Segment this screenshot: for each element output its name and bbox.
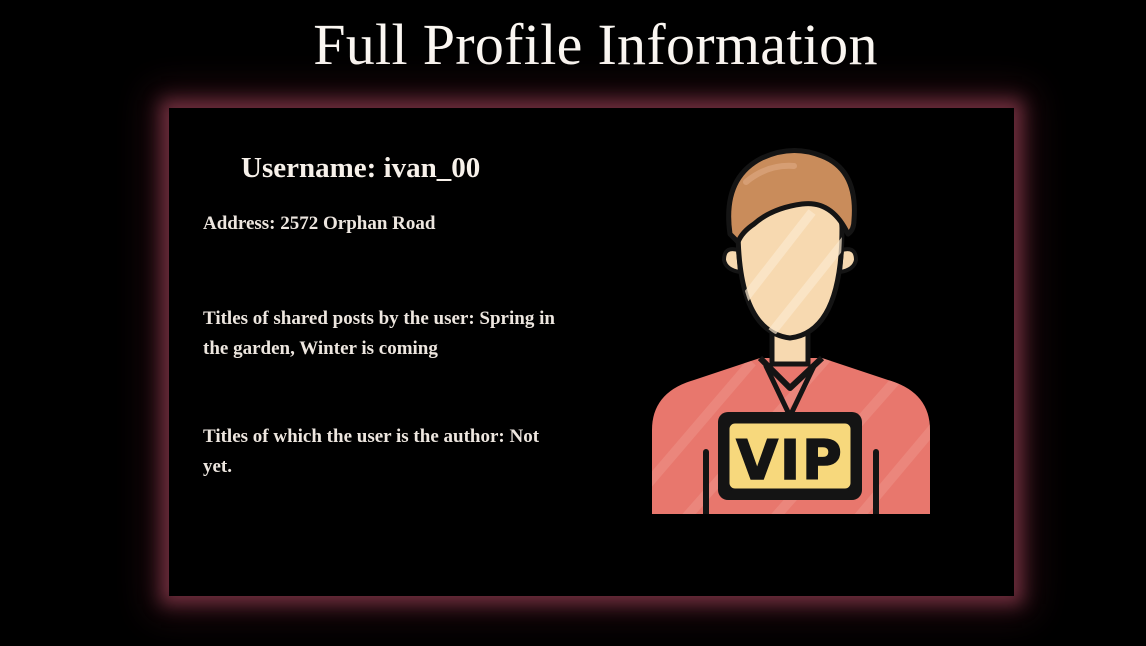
vip-badge: VIP [718, 412, 862, 500]
address-text: Address: 2572 Orphan Road [203, 213, 436, 234]
shared-posts-text: Titles of shared posts by the user: Spri… [203, 308, 555, 359]
vip-badge-text: VIP [736, 429, 843, 492]
username-heading: Username: ivan_00 [241, 152, 481, 184]
page-title: Full Profile Information [313, 12, 878, 77]
authored-titles-text: Titles of which the user is the author: … [203, 426, 540, 477]
profile-card: Username: ivan_00 Address: 2572 Orphan R… [169, 108, 1014, 596]
vip-user-icon: VIP [652, 148, 930, 514]
